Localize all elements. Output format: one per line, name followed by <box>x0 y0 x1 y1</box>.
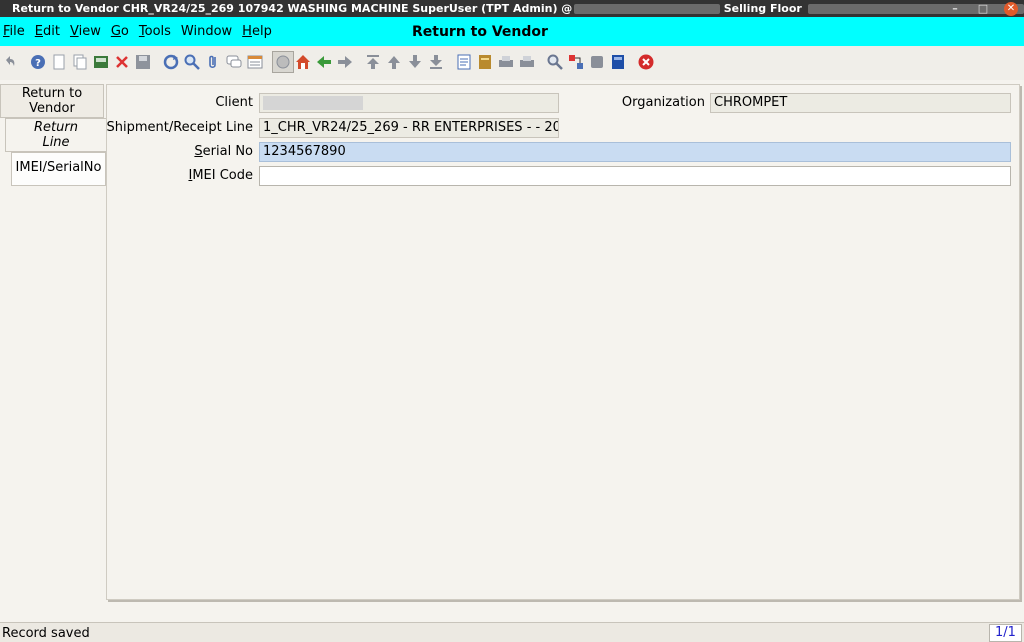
redacted-host <box>574 3 720 14</box>
tab-return-to-vendor[interactable]: Return to Vendor <box>0 84 104 118</box>
save-icon[interactable] <box>93 54 109 70</box>
menu-help[interactable]: Help <box>237 24 277 39</box>
record-navigator-count[interactable]: 1/1 <box>989 624 1022 642</box>
menu-tools[interactable]: Tools <box>134 24 176 39</box>
menu-edit[interactable]: Edit <box>30 24 65 39</box>
grid-toggle-icon[interactable] <box>247 54 263 70</box>
help-icon[interactable]: ? <box>30 54 46 70</box>
archive-icon[interactable] <box>477 54 493 70</box>
serial-no-label: Serial No <box>194 144 253 159</box>
record-form: Client Organization CHROMPET Shipment/Re… <box>106 84 1020 600</box>
report-icon[interactable] <box>456 54 472 70</box>
menu-bar: File Edit View Go Tools Window Help Retu… <box>0 17 1024 46</box>
window-title-text: Return to Vendor CHR_VR24/25_269 107942 … <box>12 2 573 15</box>
status-message: Record saved <box>2 626 90 641</box>
imei-code-label: IMEI Code <box>188 168 253 183</box>
next-record-icon[interactable] <box>407 54 423 70</box>
last-record-icon[interactable] <box>428 54 444 70</box>
workflow-icon[interactable] <box>568 54 584 70</box>
product-info-icon[interactable] <box>589 54 605 70</box>
client-label: Client <box>215 95 253 110</box>
first-record-icon[interactable] <box>365 54 381 70</box>
organization-field[interactable]: CHROMPET <box>710 93 1011 113</box>
forward-icon[interactable] <box>337 54 353 70</box>
status-bar: Record saved 1/1 <box>0 622 1024 642</box>
previous-record-icon[interactable] <box>386 54 402 70</box>
close-icon[interactable]: ✕ <box>1004 1 1018 16</box>
client-field[interactable] <box>259 93 559 113</box>
shipment-receipt-line-label: Shipment/Receipt Line <box>106 120 253 135</box>
maximize-icon[interactable]: □ <box>976 2 990 16</box>
process-icon[interactable] <box>610 54 626 70</box>
find-icon[interactable] <box>184 54 200 70</box>
menu-view[interactable]: View <box>65 24 106 39</box>
minimize-icon[interactable]: – <box>948 2 962 16</box>
chat-icon[interactable] <box>226 54 242 70</box>
zoom-across-icon[interactable] <box>547 54 563 70</box>
toolbar: ? <box>0 46 1024 80</box>
tab-imei-serialno[interactable]: IMEI/SerialNo <box>11 152 106 186</box>
new-record-icon[interactable] <box>51 54 67 70</box>
save-disk-icon[interactable] <box>135 54 151 70</box>
back-icon[interactable] <box>316 54 332 70</box>
attachment-icon[interactable] <box>205 54 221 70</box>
serial-no-input[interactable]: 1234567890 <box>259 142 1011 162</box>
organization-label: Organization <box>621 95 705 110</box>
refresh-icon[interactable] <box>163 54 179 70</box>
tab-strip: Return to Vendor Return Line IMEI/Serial… <box>0 84 106 604</box>
undo-icon[interactable] <box>2 54 18 70</box>
window-title-location: Selling Floor <box>723 2 802 15</box>
exit-icon[interactable] <box>638 54 654 70</box>
home-icon[interactable] <box>295 54 311 70</box>
menu-window[interactable]: Window <box>176 24 237 39</box>
window-heading: Return to Vendor <box>412 24 548 40</box>
print-icon[interactable] <box>519 54 535 70</box>
shipment-receipt-line-field[interactable]: 1_CHR_VR24/25_269 - RR ENTERPRISES - - 2… <box>259 118 559 138</box>
imei-code-input[interactable] <box>259 166 1011 186</box>
delete-icon[interactable] <box>114 54 130 70</box>
menu-go[interactable]: Go <box>106 24 134 39</box>
tab-return-line[interactable]: Return Line <box>5 118 106 152</box>
window-title-bar: Return to Vendor CHR_VR24/25_269 107942 … <box>0 0 1024 17</box>
menu-file[interactable]: File <box>0 24 30 39</box>
copy-record-icon[interactable] <box>72 54 88 70</box>
redacted-client <box>263 95 363 110</box>
svg-text:?: ? <box>35 58 41 69</box>
print-preview-icon[interactable] <box>498 54 514 70</box>
history-icon[interactable] <box>272 51 294 73</box>
